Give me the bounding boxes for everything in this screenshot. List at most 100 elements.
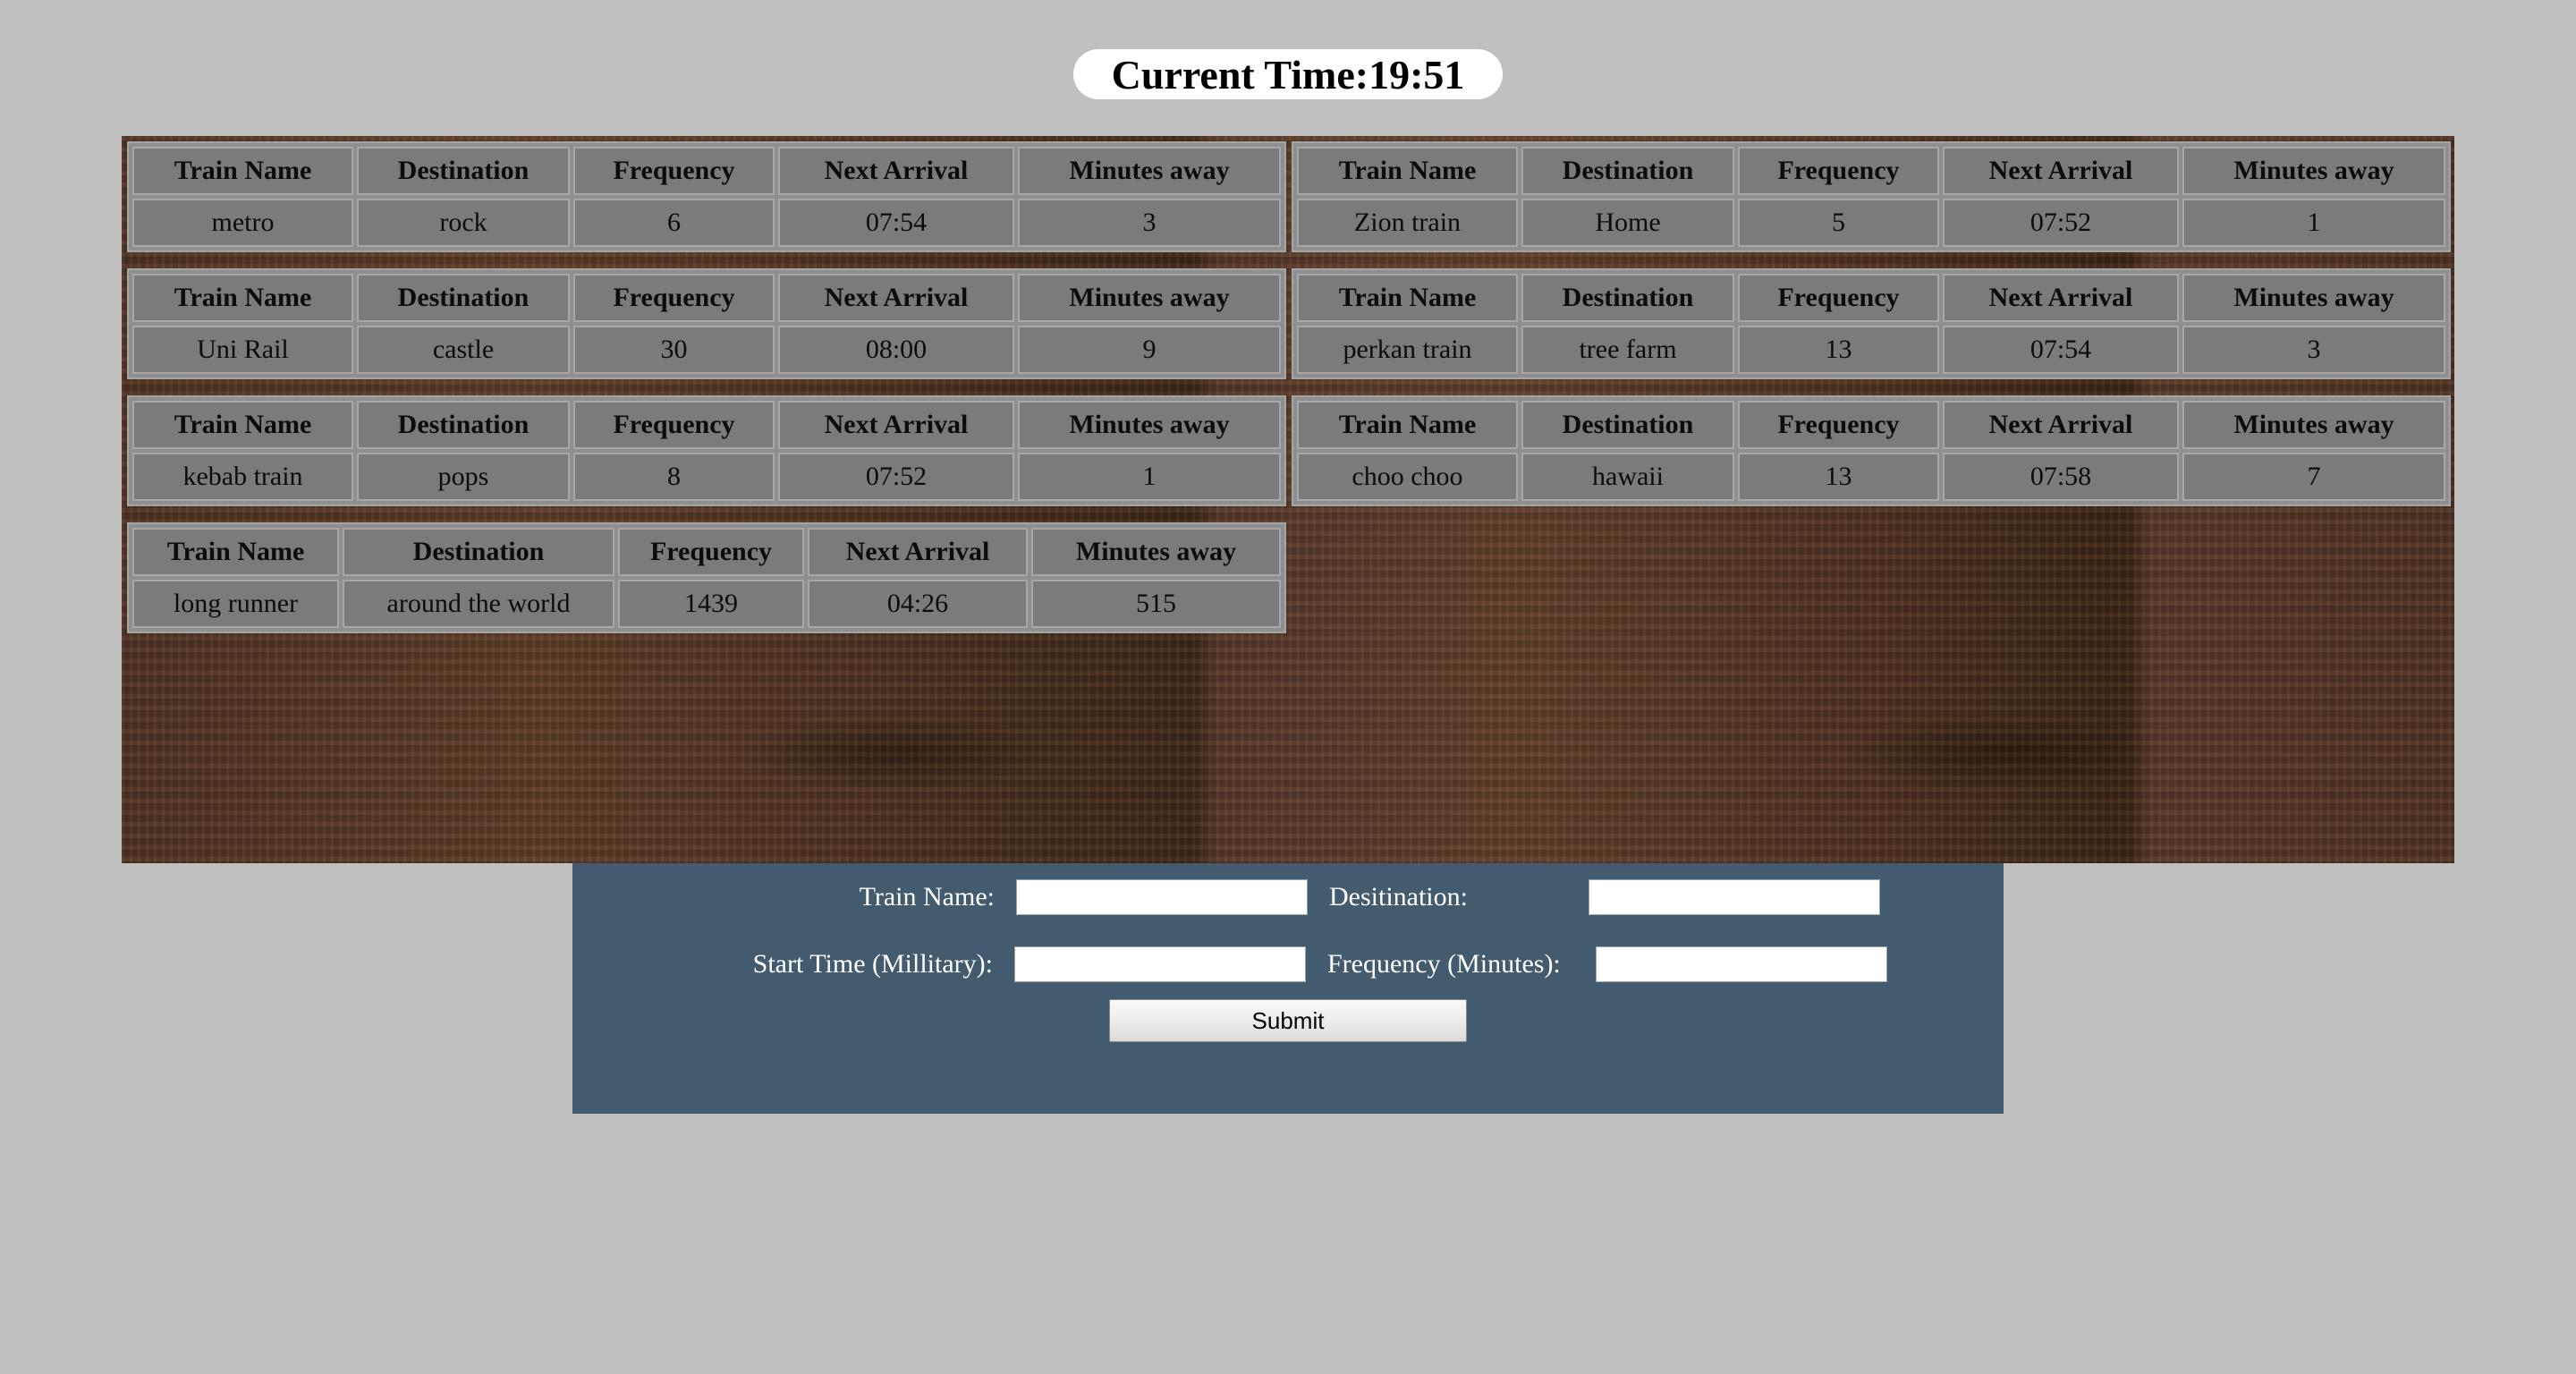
cell-train-name: metro bbox=[132, 199, 353, 247]
train-table: Train Name Destination Frequency Next Ar… bbox=[127, 395, 1286, 506]
table-header-row: Train Name Destination Frequency Next Ar… bbox=[132, 274, 1281, 322]
cell-frequency: 6 bbox=[573, 199, 775, 247]
header-train-name: Train Name bbox=[1297, 147, 1518, 195]
frequency-label: Frequency (Minutes): bbox=[1327, 949, 1561, 979]
table-row: choo choo hawaii 13 07:58 7 bbox=[1297, 453, 2445, 501]
cell-minutes-away: 9 bbox=[1018, 326, 1281, 374]
header-next-arrival: Next Arrival bbox=[1943, 401, 2179, 449]
cell-minutes-away: 7 bbox=[2182, 453, 2445, 501]
table-header-row: Train Name Destination Frequency Next Ar… bbox=[132, 401, 1281, 449]
cell-destination: around the world bbox=[343, 580, 614, 628]
header-frequency: Frequency bbox=[1738, 147, 1939, 195]
cell-frequency: 8 bbox=[573, 453, 775, 501]
header-train-name: Train Name bbox=[132, 528, 339, 576]
train-table: Train Name Destination Frequency Next Ar… bbox=[1292, 141, 2451, 252]
cell-minutes-away: 3 bbox=[1018, 199, 1281, 247]
header-destination: Destination bbox=[357, 401, 570, 449]
train-name-input[interactable] bbox=[1016, 879, 1308, 915]
header-destination: Destination bbox=[357, 147, 570, 195]
header-minutes-away: Minutes away bbox=[2182, 274, 2445, 322]
cell-next-arrival: 08:00 bbox=[778, 326, 1014, 374]
header-frequency: Frequency bbox=[573, 401, 775, 449]
header-minutes-away: Minutes away bbox=[1018, 401, 1281, 449]
table-row: kebab train pops 8 07:52 1 bbox=[132, 453, 1281, 501]
submit-button[interactable]: Submit bbox=[1109, 999, 1467, 1042]
table-header-row: Train Name Destination Frequency Next Ar… bbox=[1297, 401, 2445, 449]
table-row: long runner around the world 1439 04:26 … bbox=[132, 580, 1281, 628]
header-destination: Destination bbox=[357, 274, 570, 322]
header-minutes-away: Minutes away bbox=[1018, 274, 1281, 322]
cell-destination: castle bbox=[357, 326, 570, 374]
destination-label: Desitination: bbox=[1329, 882, 1468, 912]
header-minutes-away: Minutes away bbox=[1018, 147, 1281, 195]
table-header-row: Train Name Destination Frequency Next Ar… bbox=[132, 528, 1281, 576]
current-time-label: Current Time: bbox=[1111, 51, 1369, 98]
current-time-display: Current Time: 19:51 bbox=[1073, 49, 1503, 99]
header-train-name: Train Name bbox=[132, 147, 353, 195]
start-time-label: Start Time (Millitary): bbox=[752, 949, 993, 979]
header-destination: Destination bbox=[1521, 401, 1734, 449]
cell-next-arrival: 04:26 bbox=[808, 580, 1028, 628]
cell-train-name: choo choo bbox=[1297, 453, 1518, 501]
header-next-arrival: Next Arrival bbox=[778, 401, 1014, 449]
header-frequency: Frequency bbox=[573, 147, 775, 195]
header-minutes-away: Minutes away bbox=[2182, 147, 2445, 195]
header-next-arrival: Next Arrival bbox=[778, 147, 1014, 195]
header-train-name: Train Name bbox=[132, 401, 353, 449]
cell-frequency: 13 bbox=[1738, 326, 1939, 374]
table-header-row: Train Name Destination Frequency Next Ar… bbox=[1297, 274, 2445, 322]
current-time-value: 19:51 bbox=[1368, 51, 1465, 98]
add-train-form: Train Name: Desitination: Start Time (Mi… bbox=[572, 863, 2004, 1114]
train-table: Train Name Destination Frequency Next Ar… bbox=[127, 268, 1286, 379]
destination-input[interactable] bbox=[1589, 879, 1880, 915]
header-minutes-away: Minutes away bbox=[1031, 528, 1281, 576]
table-header-row: Train Name Destination Frequency Next Ar… bbox=[132, 147, 1281, 195]
cell-train-name: Zion train bbox=[1297, 199, 1518, 247]
header-destination: Destination bbox=[1521, 274, 1734, 322]
cell-destination: rock bbox=[357, 199, 570, 247]
cell-train-name: Uni Rail bbox=[132, 326, 353, 374]
cell-train-name: long runner bbox=[132, 580, 339, 628]
table-row: Uni Rail castle 30 08:00 9 bbox=[132, 326, 1281, 374]
cell-destination: Home bbox=[1521, 199, 1734, 247]
cell-frequency: 1439 bbox=[618, 580, 804, 628]
header-frequency: Frequency bbox=[618, 528, 804, 576]
cell-minutes-away: 1 bbox=[1018, 453, 1281, 501]
cell-next-arrival: 07:58 bbox=[1943, 453, 2179, 501]
cell-destination: pops bbox=[357, 453, 570, 501]
header-frequency: Frequency bbox=[573, 274, 775, 322]
header-minutes-away: Minutes away bbox=[2182, 401, 2445, 449]
header-next-arrival: Next Arrival bbox=[1943, 147, 2179, 195]
cell-frequency: 13 bbox=[1738, 453, 1939, 501]
cell-minutes-away: 3 bbox=[2182, 326, 2445, 374]
table-row: metro rock 6 07:54 3 bbox=[132, 199, 1281, 247]
header-next-arrival: Next Arrival bbox=[808, 528, 1028, 576]
start-time-input[interactable] bbox=[1014, 946, 1306, 982]
table-row: perkan train tree farm 13 07:54 3 bbox=[1297, 326, 2445, 374]
header-train-name: Train Name bbox=[1297, 401, 1518, 449]
header-frequency: Frequency bbox=[1738, 274, 1939, 322]
train-board: Train Name Destination Frequency Next Ar… bbox=[122, 136, 2454, 863]
cell-minutes-away: 515 bbox=[1031, 580, 1281, 628]
frequency-input[interactable] bbox=[1596, 946, 1887, 982]
cell-frequency: 5 bbox=[1738, 199, 1939, 247]
train-name-label: Train Name: bbox=[859, 882, 995, 912]
train-table: Train Name Destination Frequency Next Ar… bbox=[127, 141, 1286, 252]
header-destination: Destination bbox=[1521, 147, 1734, 195]
cell-next-arrival: 07:54 bbox=[778, 199, 1014, 247]
header-train-name: Train Name bbox=[132, 274, 353, 322]
train-table: Train Name Destination Frequency Next Ar… bbox=[1292, 268, 2451, 379]
cell-next-arrival: 07:52 bbox=[778, 453, 1014, 501]
header-next-arrival: Next Arrival bbox=[778, 274, 1014, 322]
train-table: Train Name Destination Frequency Next Ar… bbox=[1292, 395, 2451, 506]
train-table: Train Name Destination Frequency Next Ar… bbox=[127, 522, 1286, 633]
header-destination: Destination bbox=[343, 528, 614, 576]
form-row-name-destination: Train Name: Desitination: bbox=[823, 879, 1880, 915]
form-row-start-frequency: Start Time (Millitary): Frequency (Minut… bbox=[698, 946, 1887, 982]
cell-next-arrival: 07:52 bbox=[1943, 199, 2179, 247]
header-train-name: Train Name bbox=[1297, 274, 1518, 322]
cell-minutes-away: 1 bbox=[2182, 199, 2445, 247]
cell-next-arrival: 07:54 bbox=[1943, 326, 2179, 374]
table-header-row: Train Name Destination Frequency Next Ar… bbox=[1297, 147, 2445, 195]
header-frequency: Frequency bbox=[1738, 401, 1939, 449]
